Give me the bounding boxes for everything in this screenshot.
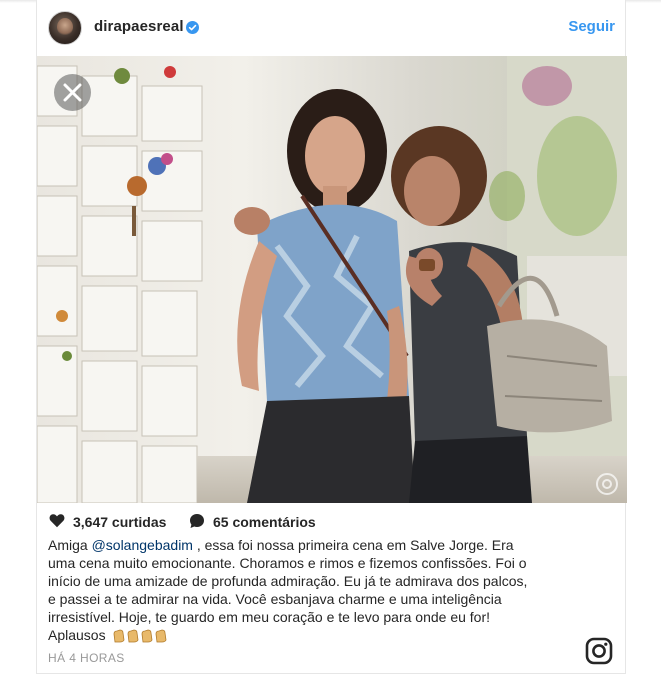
username[interactable]: dirapaesreal <box>94 18 184 35</box>
post-header: dirapaesreal Seguir <box>37 0 627 56</box>
comments-count[interactable]: 65 comentários <box>213 514 316 530</box>
likes-count[interactable]: 3,647 curtidas <box>73 514 166 530</box>
close-icon[interactable] <box>54 74 91 111</box>
caption-line-2: uma cena muito emocionante. Choramos e r… <box>48 555 527 571</box>
caption-line-4: e passei a te admirar na vida. Você esba… <box>48 591 502 607</box>
photo-illustration <box>37 56 627 503</box>
caption-line-1: Amiga @solangebadim , essa foi nossa pri… <box>48 536 608 554</box>
verified-badge-icon <box>186 21 199 34</box>
post-timestamp[interactable]: HÁ 4 HORAS <box>48 651 125 665</box>
caption-text: Amiga <box>48 537 92 553</box>
post-actions: 3,647 curtidas 65 comentários <box>37 503 627 537</box>
clapping-hands-icon <box>155 629 167 643</box>
instagram-glyph-icon[interactable] <box>585 637 613 665</box>
clapping-hands-icon <box>141 629 153 643</box>
mention-link[interactable]: @solangebadim <box>92 537 193 553</box>
caption-line-6: Aplausos <box>48 626 608 644</box>
caption-line-3: início de uma amizade de profunda admira… <box>48 573 528 589</box>
caption-text: Aplausos <box>48 627 106 643</box>
caption-text: , essa foi nossa primeira cena em Salve … <box>192 537 514 553</box>
post-caption: Amiga @solangebadim , essa foi nossa pri… <box>48 536 608 644</box>
post-photo[interactable] <box>37 56 627 503</box>
caption-line-5: irresistível. Hoje, te guardo em meu cor… <box>48 609 491 625</box>
heart-icon[interactable] <box>49 513 65 528</box>
clapping-hands-icon <box>127 629 139 643</box>
avatar[interactable] <box>48 11 82 45</box>
clapping-hands-group <box>109 627 169 643</box>
follow-button[interactable]: Seguir <box>568 18 615 35</box>
instagram-embed-card: dirapaesreal Seguir 3,647 curtidas 65 co… <box>36 0 627 674</box>
clapping-hands-icon <box>113 629 125 643</box>
comment-bubble-icon[interactable] <box>189 513 205 529</box>
